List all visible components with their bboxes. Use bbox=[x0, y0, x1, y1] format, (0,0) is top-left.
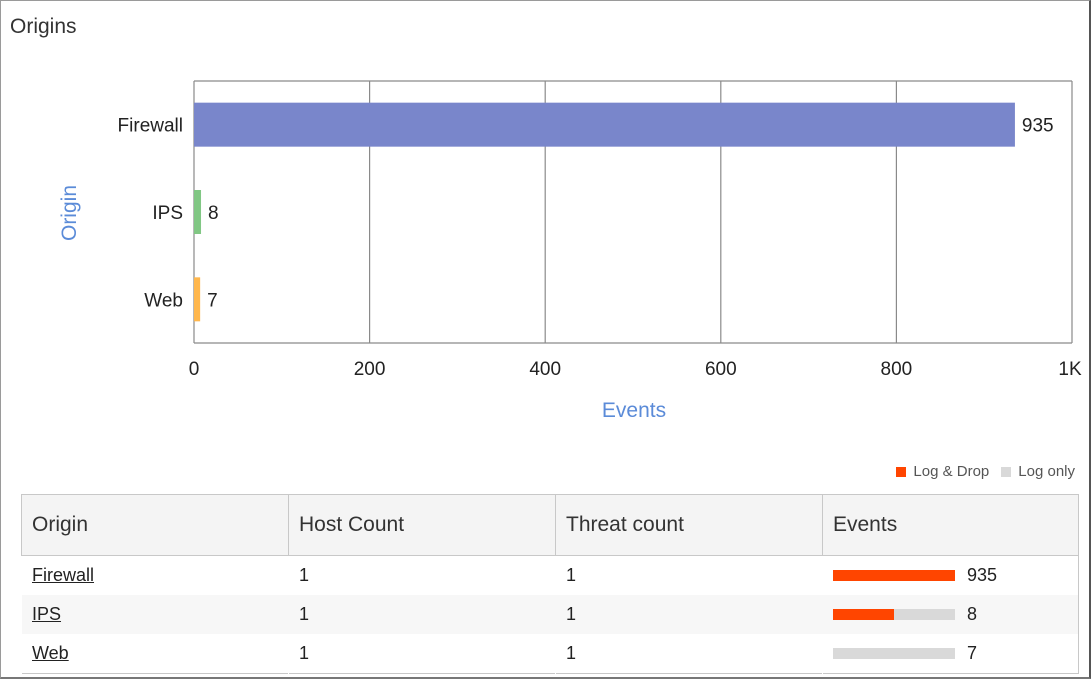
host-count-cell: 1 bbox=[299, 565, 310, 585]
column-header-threat-count[interactable]: Threat count bbox=[555, 494, 823, 556]
x-tick-label: 400 bbox=[529, 359, 561, 380]
x-tick-label: 0 bbox=[189, 359, 200, 380]
y-tick-label: Firewall bbox=[118, 116, 183, 137]
threat-count-cell: 1 bbox=[566, 565, 577, 585]
threat-count-cell: 1 bbox=[566, 643, 577, 663]
data-label: 7 bbox=[207, 290, 218, 311]
y-tick-label: IPS bbox=[152, 203, 183, 224]
origin-link-ips[interactable]: IPS bbox=[32, 604, 61, 624]
data-label: 935 bbox=[1022, 116, 1054, 137]
legend-label-log-only: Log only bbox=[1018, 463, 1075, 480]
legend-swatch-log-drop bbox=[896, 466, 907, 477]
events-bar bbox=[833, 570, 955, 581]
events-cell: 8 bbox=[822, 595, 1079, 634]
table-body: Firewall 1 1 935 IPS 1 1 8 Web 1 1 7 bbox=[21, 555, 1079, 674]
legend: Log & Drop Log only bbox=[890, 463, 1075, 480]
table-row: IPS 1 1 8 bbox=[21, 595, 1079, 634]
events-bar-fill bbox=[833, 609, 894, 620]
bar-ips bbox=[194, 190, 202, 234]
events-bar bbox=[833, 648, 955, 659]
x-tick-label: 600 bbox=[705, 359, 737, 380]
table-header-row: Origin Host Count Threat count Events bbox=[21, 494, 1079, 556]
y-axis-title: Origin bbox=[58, 185, 81, 241]
events-value: 7 bbox=[967, 643, 978, 663]
host-count-cell: 1 bbox=[288, 595, 556, 634]
events-bar bbox=[833, 609, 955, 620]
origin-link-firewall[interactable]: Firewall bbox=[32, 565, 94, 585]
origins-chart: 0 200 400 600 800 1K Firewall 935 IPS 8 Web 7 Events… bbox=[58, 80, 1082, 422]
data-label: 8 bbox=[208, 203, 219, 224]
x-tick-label: 200 bbox=[354, 359, 386, 380]
events-cell: 935 bbox=[823, 556, 1079, 596]
events-value: 8 bbox=[967, 604, 978, 624]
origins-table: Origin Host Count Threat count Events Fi… bbox=[21, 494, 1079, 674]
legend-item-log-only[interactable]: Log only bbox=[1001, 463, 1075, 480]
legend-swatch-log-only bbox=[1001, 466, 1012, 477]
events-bar-fill bbox=[833, 570, 955, 581]
x-tick-label: 1K bbox=[1058, 359, 1082, 380]
host-count-cell: 1 bbox=[299, 643, 310, 663]
column-header-host-count[interactable]: Host Count bbox=[288, 494, 556, 556]
column-header-origin[interactable]: Origin bbox=[21, 494, 289, 556]
bar-firewall bbox=[194, 102, 1015, 147]
origin-link-web[interactable]: Web bbox=[32, 643, 69, 663]
y-tick-label: Web bbox=[144, 290, 183, 311]
events-cell: 7 bbox=[823, 634, 1079, 674]
legend-item-log-drop[interactable]: Log & Drop bbox=[896, 463, 989, 480]
column-header-events[interactable]: Events bbox=[822, 494, 1079, 556]
x-axis-title: Events bbox=[602, 399, 666, 422]
threat-count-cell: 1 bbox=[555, 595, 823, 634]
events-value: 935 bbox=[967, 565, 998, 585]
table-row: Firewall 1 1 935 bbox=[22, 556, 1079, 596]
legend-label-log-drop: Log & Drop bbox=[913, 463, 990, 480]
table-row: Web 1 1 7 bbox=[22, 634, 1079, 674]
origins-panel: Origins 0 200 400 600 800 1K Firewall 935 IPS 8 We… bbox=[0, 0, 1091, 679]
bar-web bbox=[194, 277, 201, 322]
x-tick-label: 800 bbox=[881, 359, 913, 380]
